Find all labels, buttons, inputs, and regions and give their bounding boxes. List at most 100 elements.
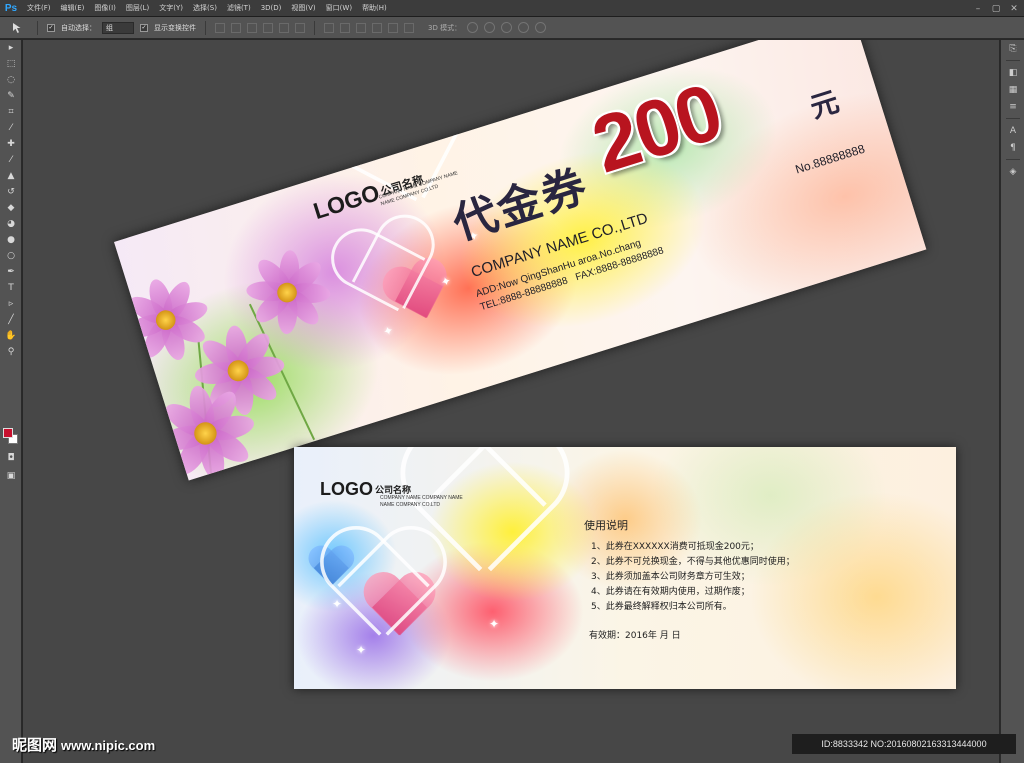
auto-select-label: 自动选择：	[61, 23, 96, 32]
close-icon[interactable]: ✕	[1008, 4, 1020, 14]
distribute-top-icon[interactable]	[324, 22, 334, 33]
move-tool-icon[interactable]: ▸	[0, 40, 22, 56]
foreground-color-swatch[interactable]	[3, 428, 13, 438]
menu-view[interactable]: 视图(V)	[286, 0, 320, 17]
options-separator	[205, 20, 206, 35]
menu-3d[interactable]: 3D(D)	[256, 0, 287, 17]
distribute-hcenter-icon[interactable]	[388, 22, 398, 33]
usage-rule: 2、此券不可兑换现金，不得与其他优惠同时使用；	[591, 557, 795, 567]
panel-dock: ⎘ ◧ ▦ ≡ A ¶ ◈	[1000, 40, 1024, 763]
3d-slide-icon[interactable]	[518, 22, 530, 33]
3d-mode-label: 3D 模式：	[428, 23, 462, 32]
auto-select-dropdown[interactable]: 组	[102, 21, 134, 34]
history-panel-icon[interactable]: ⎘	[1001, 40, 1024, 57]
swatches-panel-icon[interactable]: ▦	[1001, 81, 1024, 98]
3d-roll-icon[interactable]	[484, 22, 496, 33]
clone-stamp-icon[interactable]: ▲	[0, 168, 22, 184]
dock-separator	[1005, 118, 1020, 119]
coupon-amount: 200	[582, 66, 731, 190]
menu-bar: Ps 文件(F) 编辑(E) 图像(I) 图层(L) 文字(Y) 选择(S) 滤…	[0, 0, 1024, 17]
3d-rotate-icon[interactable]	[467, 22, 479, 33]
usage-rule: 4、此券请在有效期内使用，过期作废；	[591, 587, 750, 597]
paragraph-panel-icon[interactable]: ¶	[1001, 139, 1024, 156]
menu-select[interactable]: 选择(S)	[188, 0, 222, 17]
options-separator	[37, 20, 38, 35]
coupon-front-artwork: ✦ ✦ ✦ LOGO 公司名称 COMPANY NAME COMPANY NAM…	[114, 40, 927, 481]
dock-separator	[1005, 159, 1020, 160]
distribute-right-icon[interactable]	[404, 22, 414, 33]
move-tool-icon[interactable]	[8, 21, 28, 35]
quick-mask-icon[interactable]: ◘	[0, 450, 22, 466]
character-panel-icon[interactable]: A	[1001, 122, 1024, 139]
company-subtitle-line: NAME COMPANY CO.LTD	[380, 502, 441, 508]
coupon-number: No.88888888	[793, 141, 867, 177]
eyedropper-icon[interactable]: ⁄	[0, 120, 22, 136]
color-panel-icon[interactable]: ◧	[1001, 64, 1024, 81]
menu-file[interactable]: 文件(F)	[22, 0, 56, 17]
logo-text: LOGO	[320, 479, 373, 499]
3d-scale-icon[interactable]	[535, 22, 547, 33]
minimize-icon[interactable]: –	[972, 4, 984, 14]
show-transform-checkbox[interactable]: ✓	[140, 23, 148, 32]
dodge-tool-icon[interactable]: ○	[0, 248, 22, 264]
align-hcenter-icon[interactable]	[279, 22, 289, 33]
crop-tool-icon[interactable]: ⌗	[0, 104, 22, 120]
history-brush-icon[interactable]: ↺	[0, 184, 22, 200]
blur-tool-icon[interactable]: ●	[0, 232, 22, 248]
eraser-icon[interactable]: ◆	[0, 200, 22, 216]
align-vcenter-icon[interactable]	[231, 22, 241, 33]
align-bottom-icon[interactable]	[247, 22, 257, 33]
menu-edit[interactable]: 编辑(E)	[56, 0, 90, 17]
brush-tool-icon[interactable]: ⁄	[0, 152, 22, 168]
usage-instructions-title: 使用说明	[584, 519, 628, 532]
path-select-icon[interactable]: ▹	[0, 296, 22, 312]
maximize-icon[interactable]: ▢	[990, 4, 1002, 14]
screen-mode-icon[interactable]: ▣	[0, 468, 22, 484]
menu-help[interactable]: 帮助(H)	[357, 0, 392, 17]
paint-bucket-icon[interactable]: ◕	[0, 216, 22, 232]
distribute-bottom-icon[interactable]	[356, 22, 366, 33]
dock-separator	[1005, 60, 1020, 61]
align-left-icon[interactable]	[263, 22, 273, 33]
line-tool-icon[interactable]: ╱	[0, 312, 22, 328]
3d-panel-icon[interactable]: ◈	[1001, 163, 1024, 180]
image-id-watermark: ID:8833342 NO:20160802163313444000	[792, 734, 1016, 754]
quick-select-icon[interactable]: ✎	[0, 88, 22, 104]
menu-window[interactable]: 窗口(W)	[321, 0, 357, 17]
document-canvas[interactable]: ✦ ✦ ✦ LOGO 公司名称 COMPANY NAME COMPANY NAM…	[23, 40, 999, 763]
align-right-icon[interactable]	[295, 22, 305, 33]
company-subtitle-line: COMPANY NAME COMPANY NAME	[380, 495, 463, 501]
sparkle-icon: ✦	[489, 617, 500, 631]
3d-pan-icon[interactable]	[501, 22, 513, 33]
site-name: 昵图网	[12, 736, 58, 754]
distribute-vcenter-icon[interactable]	[340, 22, 350, 33]
validity-date: 有效期：2016年 月 日	[589, 631, 681, 641]
adjustments-panel-icon[interactable]: ≡	[1001, 98, 1024, 115]
photoshop-logo: Ps	[4, 2, 18, 14]
menu-layer[interactable]: 图层(L)	[121, 0, 154, 17]
align-top-icon[interactable]	[215, 22, 225, 33]
menu-filter[interactable]: 滤镜(T)	[222, 0, 256, 17]
type-tool-icon[interactable]: T	[0, 280, 22, 296]
distribute-left-icon[interactable]	[372, 22, 382, 33]
company-subtitle: COMPANY NAME COMPANY NAME NAME COMPANY C…	[380, 495, 463, 509]
marquee-tool-icon[interactable]: ⬚	[0, 56, 22, 72]
hand-tool-icon[interactable]: ✋	[0, 328, 22, 344]
heart-outline-decoration	[395, 447, 563, 586]
usage-rule: 3、此券须加盖本公司财务章方可生效；	[591, 572, 750, 582]
menu-image[interactable]: 图像(I)	[89, 0, 121, 17]
sparkle-icon: ✦	[356, 643, 367, 657]
site-url: www.nipic.com	[61, 738, 156, 753]
site-watermark: 昵图网 www.nipic.com	[12, 734, 155, 755]
show-transform-label: 显示变换控件	[154, 23, 196, 32]
lasso-tool-icon[interactable]: ◌	[0, 72, 22, 88]
menu-type[interactable]: 文字(Y)	[154, 0, 188, 17]
healing-brush-icon[interactable]: ✚	[0, 136, 22, 152]
tools-panel: ▸ ⬚ ◌ ✎ ⌗ ⁄ ✚ ⁄ ▲ ↺ ◆ ◕ ● ○ ✒ T ▹ ╱ ✋ ⚲ …	[0, 40, 22, 763]
auto-select-checkbox[interactable]: ✓	[47, 23, 55, 32]
pen-tool-icon[interactable]: ✒	[0, 264, 22, 280]
window-controls: – ▢ ✕	[972, 0, 1020, 17]
zoom-tool-icon[interactable]: ⚲	[0, 344, 22, 360]
options-separator	[314, 20, 315, 35]
usage-rule: 1、此券在XXXXXX消费可抵现金200元；	[591, 542, 759, 552]
